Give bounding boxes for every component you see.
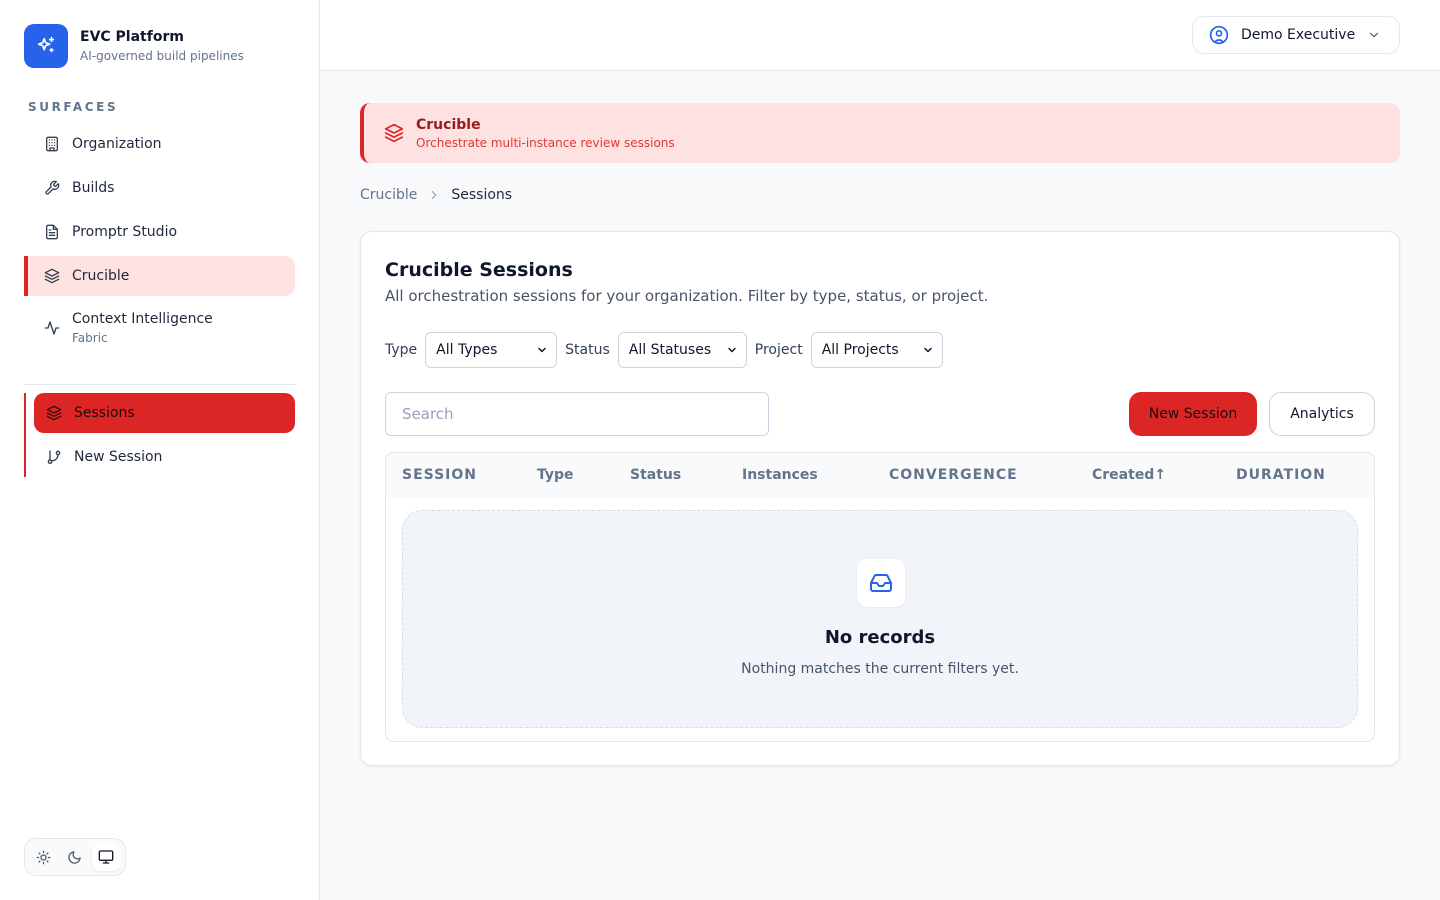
page-title: Crucible Sessions [385,259,573,281]
inbox-icon [857,559,905,607]
chevron-down-icon [1367,28,1381,42]
empty-state: No records Nothing matches the current f… [402,510,1358,728]
banner-subtitle: Orchestrate multi-instance review sessio… [416,135,675,150]
column-header-convergence[interactable]: CONVERGENCE [889,467,1018,483]
chevron-right-icon [427,188,441,202]
type-filter-select[interactable]: All Types [425,332,558,368]
status-filter-select[interactable]: All Statuses [617,332,747,368]
activity-icon [44,320,60,336]
surface-banner: Crucible Orchestrate multi-instance revi… [360,103,1400,163]
sidebar-item-sublabel: Fabric [72,331,108,345]
theme-system-button[interactable] [91,843,121,871]
type-filter-label: Type [385,342,418,358]
sidebar-divider [24,384,295,385]
section-label: SURFACES [28,100,119,114]
search-input[interactable] [385,392,769,436]
sparkles-icon [24,24,68,68]
sessions-card: Crucible Sessions All orchestration sess… [360,231,1400,766]
sidebar-item-label: Promptr Studio [72,224,178,240]
chevron-down-icon [726,344,738,356]
new-session-button[interactable]: New Session [1129,392,1257,436]
column-header-duration[interactable]: DURATION [1236,467,1326,483]
sidebar-item-builds[interactable]: Builds [24,168,295,208]
subnav-item-label: Sessions [74,405,135,421]
sidebar-item-promptr-studio[interactable]: Promptr Studio [24,212,295,252]
table-header: SESSION Type Status Instances CONVERGENC… [386,453,1374,498]
sidebar-item-organization[interactable]: Organization [24,124,295,164]
chevron-down-icon [536,344,548,356]
breadcrumb-current: Sessions [451,187,513,203]
sun-icon [36,850,51,865]
theme-light-button[interactable] [29,843,58,871]
page-description: All orchestration sessions for your orga… [385,287,989,305]
breadcrumb: Crucible Sessions [360,187,512,203]
sidebar-item-crucible[interactable]: Crucible [24,256,295,296]
document-icon [44,224,60,240]
project-filter-label: Project [754,342,803,358]
filter-bar: Type All Types Status All Statuses Proje… [385,332,951,368]
banner-title: Crucible [416,116,481,133]
layers-icon [46,405,62,421]
sidebar-nav: Organization Builds Promptr Studio Cruci… [24,124,295,360]
column-header-instances[interactable]: Instances [742,467,818,483]
user-menu-button[interactable]: Demo Executive [1192,16,1400,54]
theme-switcher [24,838,126,876]
column-header-session[interactable]: SESSION [402,467,477,483]
project-filter-select[interactable]: All Projects [810,332,943,368]
project-filter-value: All Projects [821,342,899,358]
layers-icon [44,268,60,284]
sidebar-item-label: Crucible [72,268,130,284]
status-filter-label: Status [565,342,610,358]
sidebar-item-label: Organization [72,136,162,152]
status-filter-value: All Statuses [628,342,712,358]
column-header-created[interactable]: Created↑ [1092,467,1166,483]
sessions-table: SESSION Type Status Instances CONVERGENC… [385,452,1375,742]
chevron-down-icon [922,344,934,356]
sidebar-item-label: Context Intelligence [72,311,213,327]
empty-state-title: No records [824,627,936,648]
type-filter-value: All Types [436,342,498,358]
monitor-icon [98,849,114,865]
empty-state-subtitle: Nothing matches the current filters yet. [741,661,1019,677]
breadcrumb-parent-link[interactable]: Crucible [360,187,417,203]
subnav-item-sessions[interactable]: Sessions [34,393,295,433]
column-header-status[interactable]: Status [630,467,681,483]
theme-dark-button[interactable] [60,843,89,871]
git-branch-icon [46,449,62,465]
brand[interactable]: EVC Platform AI-governed build pipelines [24,24,244,68]
subnav-item-new-session[interactable]: New Session [34,437,295,477]
top-bar: Demo Executive [320,0,1440,71]
column-header-type[interactable]: Type [537,467,574,483]
wrench-icon [44,180,60,196]
crucible-subnav: Sessions New Session [24,393,295,477]
sidebar-item-context-intelligence[interactable]: Context Intelligence Fabric [24,300,295,356]
moon-icon [67,850,82,865]
brand-title: EVC Platform [80,29,184,45]
sidebar: EVC Platform AI-governed build pipelines… [0,0,320,900]
sidebar-item-label: Builds [72,180,115,196]
user-circle-icon [1209,25,1229,45]
building-icon [44,136,60,152]
user-name: Demo Executive [1241,27,1356,43]
layers-icon [384,123,404,143]
subnav-item-label: New Session [74,449,163,465]
brand-subtitle: AI-governed build pipelines [80,49,244,63]
analytics-button[interactable]: Analytics [1269,392,1375,436]
